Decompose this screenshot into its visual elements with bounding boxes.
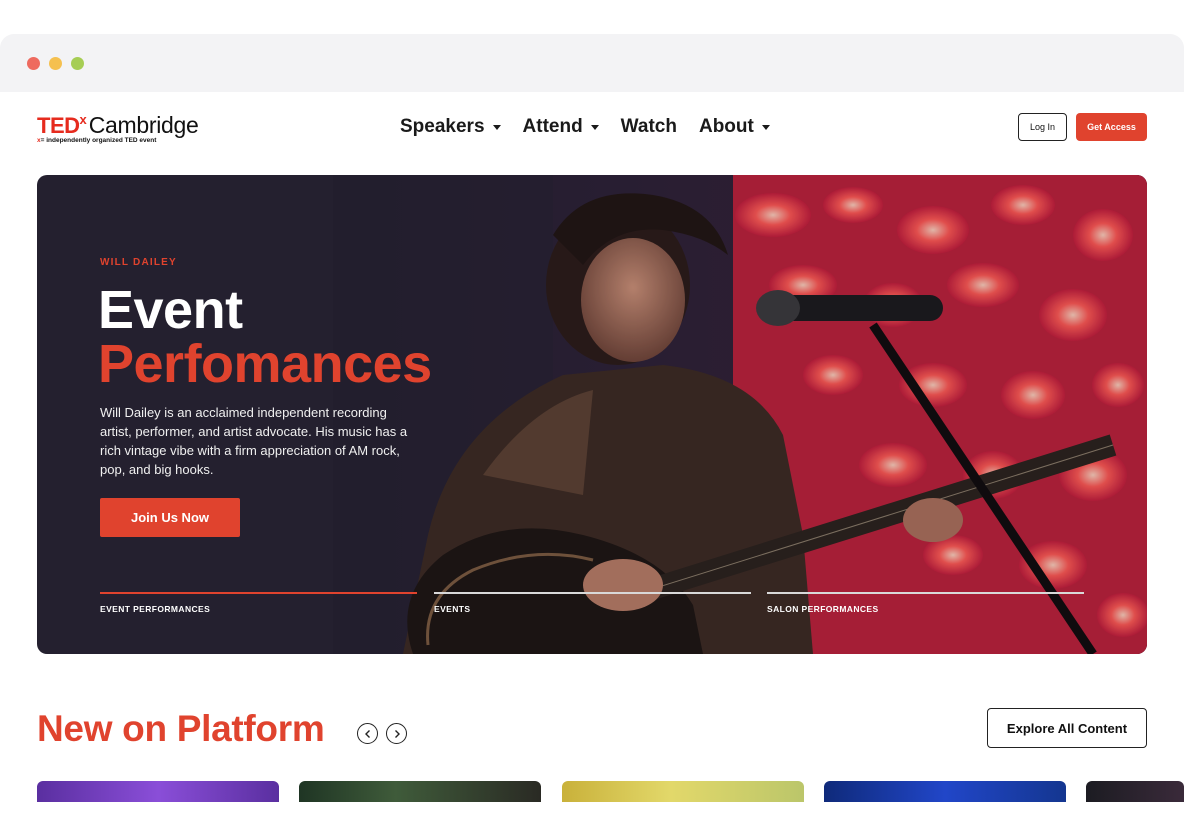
main-menu: Speakers Attend Watch About: [400, 116, 770, 138]
carousel-prev-button[interactable]: [357, 723, 378, 744]
get-access-button[interactable]: Get Access: [1076, 113, 1147, 141]
site-logo[interactable]: TED x Cambridge x= independently organiz…: [37, 112, 199, 144]
menu-item-speakers[interactable]: Speakers: [400, 116, 501, 138]
tab-event-performances[interactable]: EVENT PERFORMANCES: [100, 592, 417, 622]
tab-label: EVENTS: [434, 604, 471, 614]
performer-image-illustration: [333, 175, 1147, 654]
menu-item-about[interactable]: About: [699, 116, 770, 138]
tab-label: EVENT PERFORMANCES: [100, 604, 211, 614]
logo-tagline-text: = independently organized TED event: [40, 137, 157, 144]
chevron-left-icon: [364, 729, 370, 738]
close-window-icon[interactable]: [27, 56, 40, 70]
logo-x-text: x: [79, 112, 87, 127]
hero-title-line1: Event: [98, 280, 243, 340]
carousel-next-button[interactable]: [386, 723, 407, 744]
hero-tabs: EVENT PERFORMANCES EVENTS SALON PERFORMA…: [100, 592, 1084, 622]
menu-item-label: About: [698, 116, 754, 137]
menu-item-attend[interactable]: Attend: [523, 116, 599, 138]
hero-eyebrow: WILL DAILEY: [100, 257, 177, 268]
menu-item-label: Attend: [522, 116, 583, 137]
viewport-edge: [0, 802, 1184, 836]
logo-ted-text: TED: [37, 113, 80, 138]
logo-city-text: Cambridge: [88, 112, 199, 138]
hero-title-line2: Perfomances: [98, 334, 432, 394]
section-title: New on Platform: [37, 708, 325, 749]
menu-item-watch[interactable]: Watch: [621, 116, 677, 138]
tab-label: SALON PERFORMANCES: [767, 604, 879, 614]
caret-down-icon: [761, 124, 770, 130]
hero-description: Will Dailey is an acclaimed independent …: [100, 405, 408, 477]
carousel-arrows: [357, 723, 407, 744]
top-navigation: TED x Cambridge x= independently organiz…: [0, 92, 1184, 168]
hero-performer-photo: [333, 175, 1147, 654]
hero-banner: WILL DAILEY Event Perfomances Will Daile…: [37, 175, 1147, 654]
window-chrome: [0, 34, 1184, 92]
login-button[interactable]: Log In: [1018, 113, 1067, 141]
tab-salon-performances[interactable]: SALON PERFORMANCES: [767, 592, 1084, 622]
browser-window: TED x Cambridge x= independently organiz…: [0, 34, 1184, 836]
explore-all-button[interactable]: Explore All Content: [987, 708, 1147, 748]
caret-down-icon: [492, 124, 501, 130]
chevron-right-icon: [394, 729, 400, 738]
menu-item-label: Speakers: [400, 116, 485, 137]
caret-down-icon: [590, 124, 599, 130]
maximize-window-icon[interactable]: [71, 56, 84, 70]
join-us-button[interactable]: Join Us Now: [100, 498, 240, 537]
tab-events[interactable]: EVENTS: [434, 592, 751, 622]
minimize-window-icon[interactable]: [49, 56, 62, 70]
menu-item-label: Watch: [620, 116, 677, 137]
